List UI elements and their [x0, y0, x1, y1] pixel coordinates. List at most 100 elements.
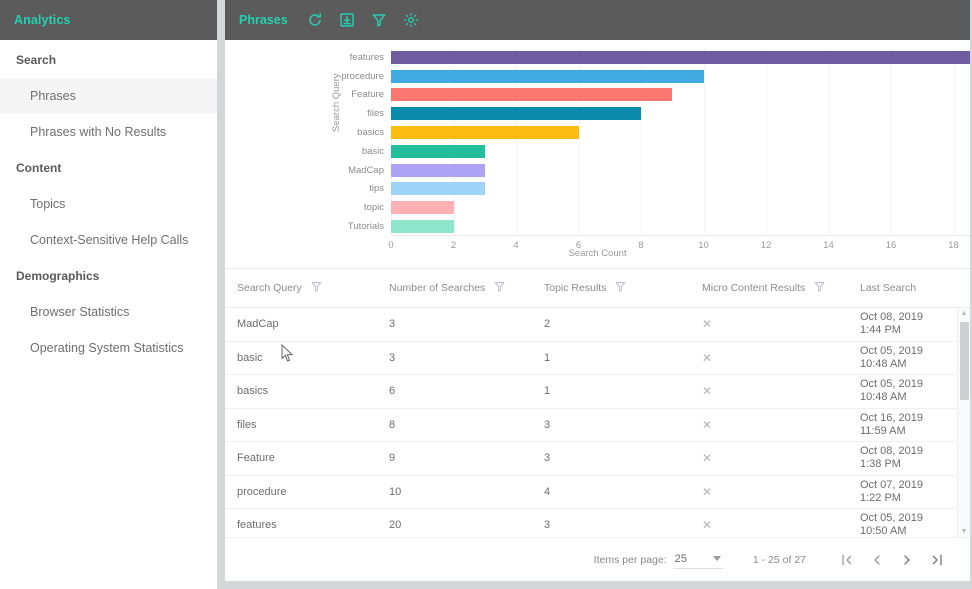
table-row[interactable]: procedure 10 4 ✕ Oct 07, 2019 1:22 PM	[225, 476, 970, 509]
scroll-down-icon[interactable]: ▼	[961, 526, 968, 537]
cell-topic-results: 3	[544, 452, 551, 465]
filter-icon[interactable]	[370, 11, 388, 29]
cell-search-query: MadCap	[237, 318, 279, 331]
last-search-date: Oct 16, 2019	[860, 411, 923, 424]
sidebar-item-topics[interactable]: Topics	[0, 186, 217, 222]
items-per-page-select[interactable]: 25	[672, 551, 723, 569]
sidebar-item-phrases-with-no-results[interactable]: Phrases with No Results	[0, 114, 217, 150]
settings-icon[interactable]	[402, 11, 420, 29]
cell-topic-results: 1	[544, 385, 551, 398]
last-search-time: 1:44 PM	[860, 324, 901, 337]
chart-x-tick-label: 2	[450, 240, 457, 251]
sidebar-item-operating-system-statistics[interactable]: Operating System Statistics	[0, 330, 217, 366]
chart-category-label: Tutorials	[347, 221, 384, 233]
refresh-icon[interactable]	[306, 11, 324, 29]
first-page-button[interactable]	[832, 545, 862, 575]
column-header-last-search[interactable]: Last Search	[860, 282, 970, 294]
items-per-page-label: Items per page:	[593, 553, 667, 566]
chart-bar-row: basic	[362, 142, 970, 161]
cell-micro-content-results: ✕	[702, 384, 713, 399]
chart-bar[interactable]	[391, 69, 704, 83]
scrollbar-track[interactable]	[958, 319, 970, 526]
column-header-number-of-searches[interactable]: Number of Searches	[389, 280, 544, 296]
cell-topic-results: 3	[544, 519, 551, 532]
sidebar-item-context-sensitive-help-calls[interactable]: Context-Sensitive Help Calls	[0, 222, 217, 258]
column-header-topic-results[interactable]: Topic Results	[544, 280, 702, 296]
cell-number-of-searches: 9	[389, 452, 396, 465]
table-row[interactable]: files 8 3 ✕ Oct 16, 2019 11:59 AM	[225, 409, 970, 442]
chart-category-label: MadCap	[348, 164, 384, 176]
cell-last-search: Oct 05, 2019 10:48 AM	[860, 378, 970, 404]
cell-micro-content-results: ✕	[702, 451, 713, 466]
table-row[interactable]: basics 6 1 ✕ Oct 05, 2019 10:48 AM	[225, 375, 970, 409]
toolbar-title: Phrases	[239, 13, 288, 27]
chart-x-tick-label: 0	[388, 240, 394, 251]
chart-bar[interactable]	[391, 163, 485, 177]
chart-category-label: topic	[363, 202, 384, 214]
chart-bar[interactable]	[391, 201, 454, 215]
column-filter-icon[interactable]	[310, 280, 323, 296]
save-icon[interactable]	[338, 11, 356, 29]
prev-page-button[interactable]	[862, 545, 892, 575]
chart-bar-row: tips	[369, 180, 970, 199]
table-row[interactable]: basic 3 1 ✕ Oct 05, 2019 10:48 AM	[225, 342, 970, 375]
table-body: MadCap 3 2 ✕ Oct 08, 2019 1:44 PM basic 3 1 ✕ Oct …	[225, 308, 970, 537]
chart-bar[interactable]	[391, 50, 970, 64]
chart-bar-row: files	[367, 104, 970, 123]
nav-group-content: Content	[16, 161, 62, 175]
last-page-button[interactable]	[922, 545, 952, 575]
last-search-time: 10:48 AM	[860, 357, 907, 370]
cell-last-search: Oct 05, 2019 10:48 AM	[860, 345, 970, 371]
chart-bar-row: features	[350, 48, 970, 67]
chart-category-label: features	[349, 51, 384, 63]
cell-search-query: procedure	[237, 485, 287, 498]
column-filter-icon[interactable]	[614, 280, 627, 296]
cell-topic-results: 4	[544, 485, 551, 498]
cell-number-of-searches: 3	[389, 318, 396, 331]
chart-x-tick-label: 8	[638, 240, 644, 251]
chart-bar-row: procedure	[341, 67, 970, 86]
chart-bar[interactable]	[391, 126, 579, 140]
next-page-button[interactable]	[892, 545, 922, 575]
chart-category-label: basics	[357, 127, 384, 139]
sidebar-item-phrases[interactable]: Phrases	[0, 78, 217, 114]
chart-bar[interactable]	[391, 182, 485, 196]
scroll-up-icon[interactable]: ▲	[961, 308, 968, 319]
chart-bar[interactable]	[391, 144, 485, 158]
column-header-label: Topic Results	[544, 282, 607, 294]
table-row[interactable]: features 20 3 ✕ Oct 05, 2019 10:50 AM	[225, 509, 970, 537]
chart-x-tick-label: 18	[948, 240, 959, 251]
column-header-search-query[interactable]: Search Query	[231, 280, 389, 296]
column-filter-icon[interactable]	[813, 280, 826, 296]
table-row[interactable]: MadCap 3 2 ✕ Oct 08, 2019 1:44 PM	[225, 308, 970, 342]
chart-bar-row: MadCap	[348, 161, 970, 180]
column-filter-icon[interactable]	[493, 280, 506, 296]
chart-bar-row: basics	[357, 123, 970, 142]
chart-bar[interactable]	[391, 220, 454, 234]
table-header-row: Search Query Number of Searches Topic Resu…	[225, 269, 970, 308]
cell-topic-results: 3	[544, 418, 551, 431]
column-header-micro-content-results[interactable]: Micro Content Results	[702, 280, 860, 296]
cell-last-search: Oct 08, 2019 1:44 PM	[860, 311, 970, 337]
last-search-date: Oct 05, 2019	[860, 378, 923, 391]
cell-search-query: basic	[237, 351, 263, 364]
sidebar-item-browser-statistics[interactable]: Browser Statistics	[0, 294, 217, 330]
table-row[interactable]: Feature 9 3 ✕ Oct 08, 2019 1:38 PM	[225, 442, 970, 476]
chevron-down-icon	[712, 556, 721, 561]
nav-group-demographics: Demographics	[16, 269, 100, 283]
cell-micro-content-results: ✕	[702, 317, 713, 332]
cell-search-query: files	[237, 418, 257, 431]
chart-bar[interactable]	[391, 107, 641, 121]
chart-x-tick-label: 14	[823, 240, 834, 251]
chart-category-label: files	[367, 108, 384, 120]
last-search-time: 10:48 AM	[860, 391, 907, 404]
last-search-date: Oct 05, 2019	[860, 512, 923, 525]
last-search-time: 11:59 AM	[860, 424, 906, 437]
cell-number-of-searches: 3	[389, 351, 396, 364]
nav-group-search: Search	[16, 53, 57, 67]
chart-bar[interactable]	[391, 88, 673, 102]
table-scrollbar[interactable]: ▲ ▼	[957, 308, 970, 537]
last-search-time: 10:50 AM	[860, 525, 907, 537]
chart-x-axis-label: Search Count	[568, 248, 627, 259]
scrollbar-thumb[interactable]	[960, 322, 969, 400]
